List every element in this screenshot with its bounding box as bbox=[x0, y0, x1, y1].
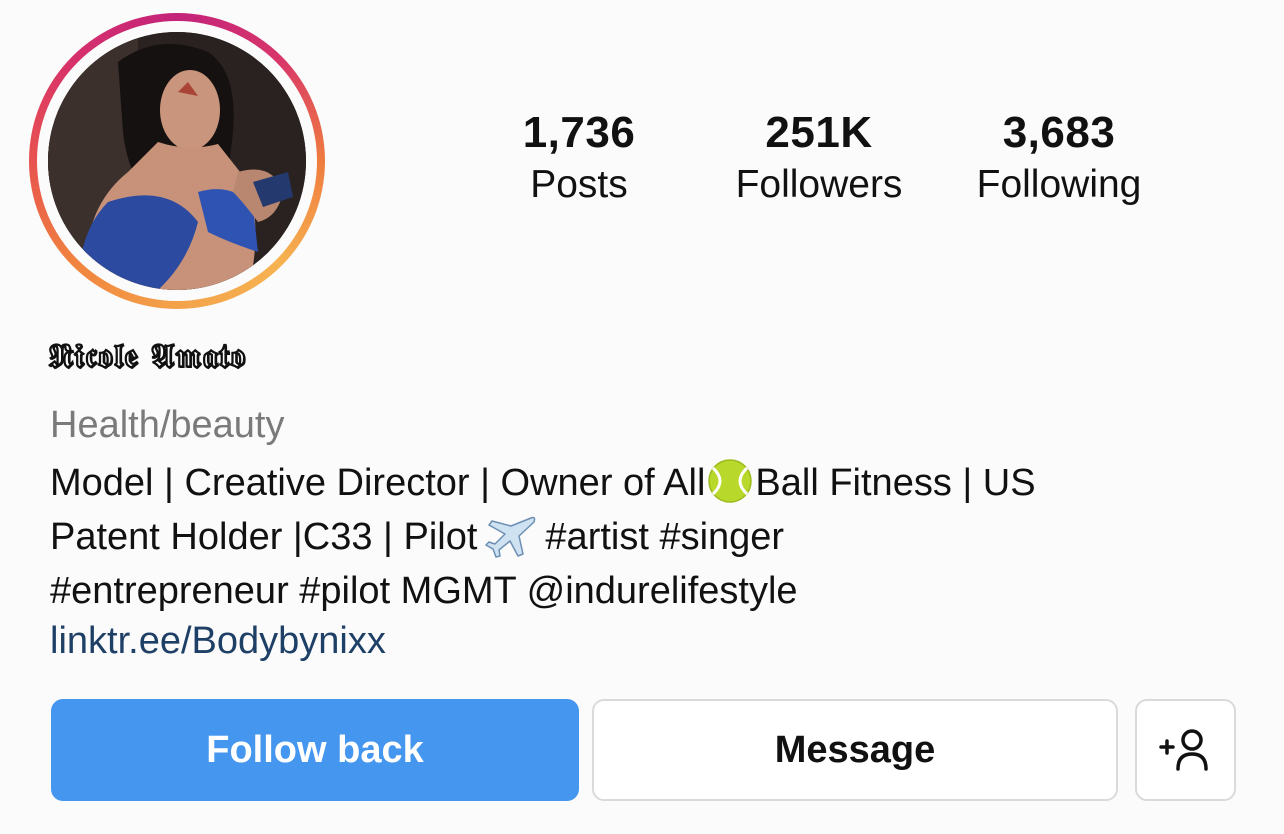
follow-back-button[interactable]: Follow back bbox=[51, 699, 579, 801]
bio-text: #entrepreneur #pilot MGMT @indurelifesty… bbox=[50, 570, 798, 612]
bio: Model | Creative Director | Owner of All… bbox=[50, 456, 1250, 618]
following-count: 3,683 bbox=[1002, 108, 1116, 157]
followers-count: 251K bbox=[765, 108, 873, 157]
avatar[interactable] bbox=[48, 32, 306, 290]
bio-text: Model | Creative Director | Owner of All bbox=[50, 462, 706, 504]
display-name: 𝕹𝖎𝖈𝖔𝖑𝖊 𝕬𝖒𝖆𝖙𝖔 bbox=[47, 335, 246, 375]
tennis-ball-icon bbox=[708, 459, 753, 503]
following-stat[interactable]: 3,683 Following bbox=[958, 108, 1160, 208]
add-user-icon bbox=[1158, 729, 1208, 771]
bio-text: Patent Holder |C33 | Pilot bbox=[50, 516, 478, 558]
suggested-users-button[interactable] bbox=[1135, 699, 1236, 801]
airplane-icon bbox=[485, 516, 536, 558]
followers-label: Followers bbox=[735, 163, 903, 206]
bio-text: #artist #singer bbox=[545, 516, 785, 558]
message-button[interactable]: Message bbox=[592, 699, 1118, 801]
posts-count: 1,736 bbox=[522, 108, 636, 157]
profile-link[interactable]: linktr.ee/Bodybynixx bbox=[50, 618, 386, 664]
avatar-story-ring[interactable] bbox=[29, 13, 325, 309]
avatar-ring-gap bbox=[37, 21, 317, 301]
bio-line: Patent Holder |C33 | Pilot #artist #sing… bbox=[50, 510, 1250, 564]
avatar-photo-icon bbox=[48, 32, 306, 290]
message-label: Message bbox=[774, 728, 936, 771]
bio-line: Model | Creative Director | Owner of All… bbox=[50, 456, 1250, 510]
bio-text: Ball Fitness | US bbox=[755, 462, 1036, 504]
following-label: Following bbox=[976, 163, 1142, 206]
posts-label: Posts bbox=[530, 163, 628, 206]
follow-back-label: Follow back bbox=[206, 728, 424, 771]
posts-stat[interactable]: 1,736 Posts bbox=[498, 108, 660, 208]
bio-line: #entrepreneur #pilot MGMT @indurelifesty… bbox=[50, 564, 1250, 618]
followers-stat[interactable]: 251K Followers bbox=[716, 108, 922, 208]
profile-category: Health/beauty bbox=[50, 404, 285, 446]
